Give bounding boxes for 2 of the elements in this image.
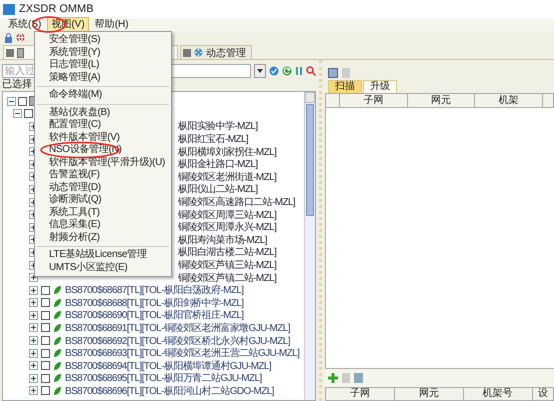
selection-label: 已选择 — [2, 78, 33, 91]
window-title: ZXSDR OMMB — [19, 3, 94, 15]
